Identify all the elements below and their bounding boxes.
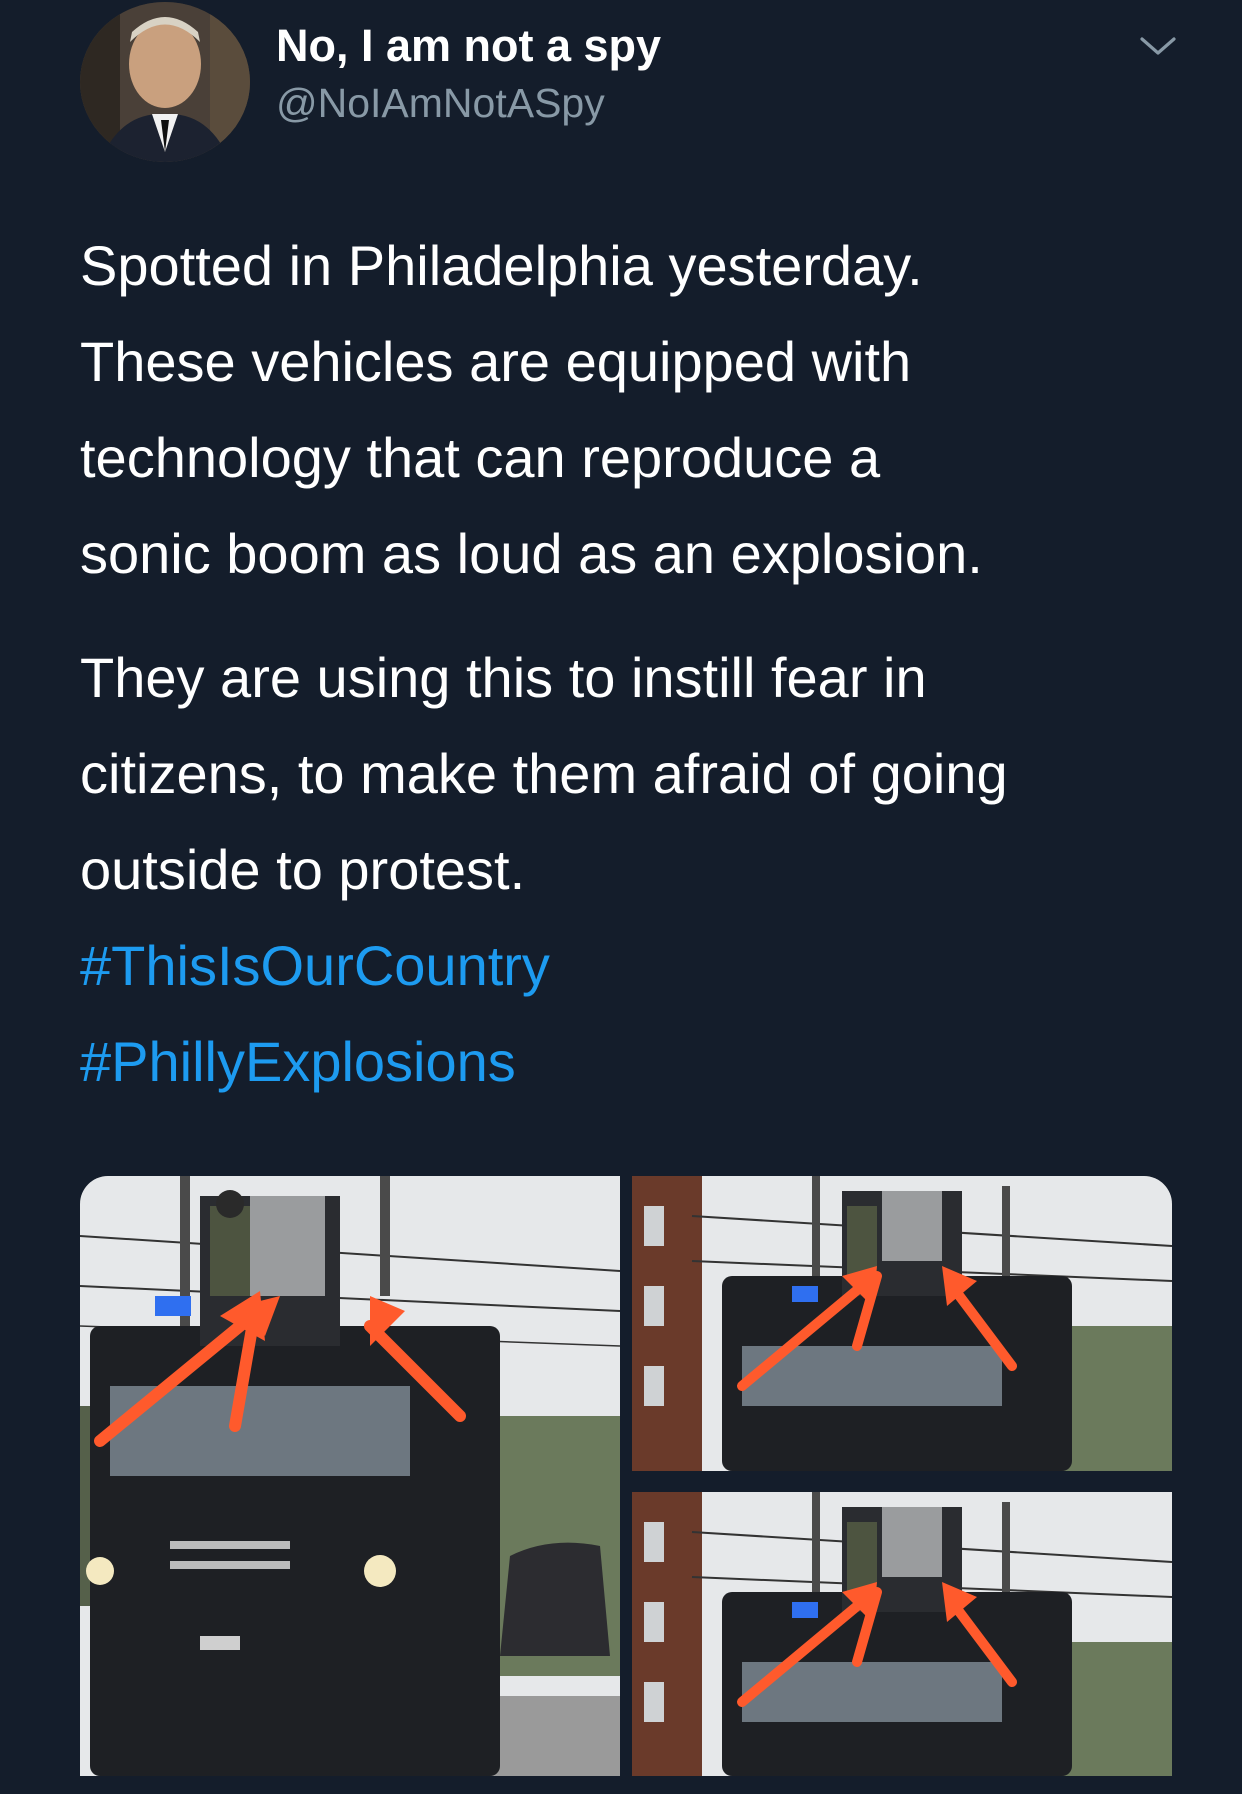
media-grid — [80, 1176, 1172, 1776]
tweet-line: Spotted in Philadelphia yesterday. — [80, 234, 923, 297]
hashtag-link[interactable]: #PhillyExplosions — [80, 1014, 1190, 1110]
tweet-paragraph: Spotted in Philadelphia yesterday. These… — [80, 218, 1190, 602]
tweet-line: technology that can reproduce a — [80, 426, 881, 489]
tweet-line: sonic boom as loud as an explosion. — [80, 522, 983, 585]
armored-vehicle-image — [632, 1176, 1172, 1471]
display-name[interactable]: No, I am not a spy — [276, 20, 661, 72]
armored-vehicle-photo-bottom-right[interactable] — [632, 1492, 1172, 1776]
armored-vehicle-photo-main[interactable] — [80, 1176, 620, 1776]
tweet-line: citizens, to make them afraid of going — [80, 742, 1008, 805]
avatar[interactable] — [80, 2, 250, 162]
armored-vehicle-image — [80, 1176, 620, 1776]
hashtag-link[interactable]: #ThisIsOurCountry — [80, 918, 1190, 1014]
tweet-line: outside to protest. — [80, 838, 526, 901]
armored-vehicle-photo-top-right[interactable] — [632, 1176, 1172, 1471]
user-handle[interactable]: @NoIAmNotASpy — [276, 80, 605, 127]
tweet-paragraph: They are using this to instill fear in c… — [80, 630, 1190, 1110]
tweet-line: They are using this to instill fear in — [80, 646, 927, 709]
armored-vehicle-image — [632, 1492, 1172, 1776]
chevron-down-icon[interactable] — [1138, 34, 1178, 58]
tweet-line: These vehicles are equipped with — [80, 330, 912, 393]
profile-photo-icon — [80, 2, 250, 162]
tweet-text: Spotted in Philadelphia yesterday. These… — [80, 218, 1190, 1110]
